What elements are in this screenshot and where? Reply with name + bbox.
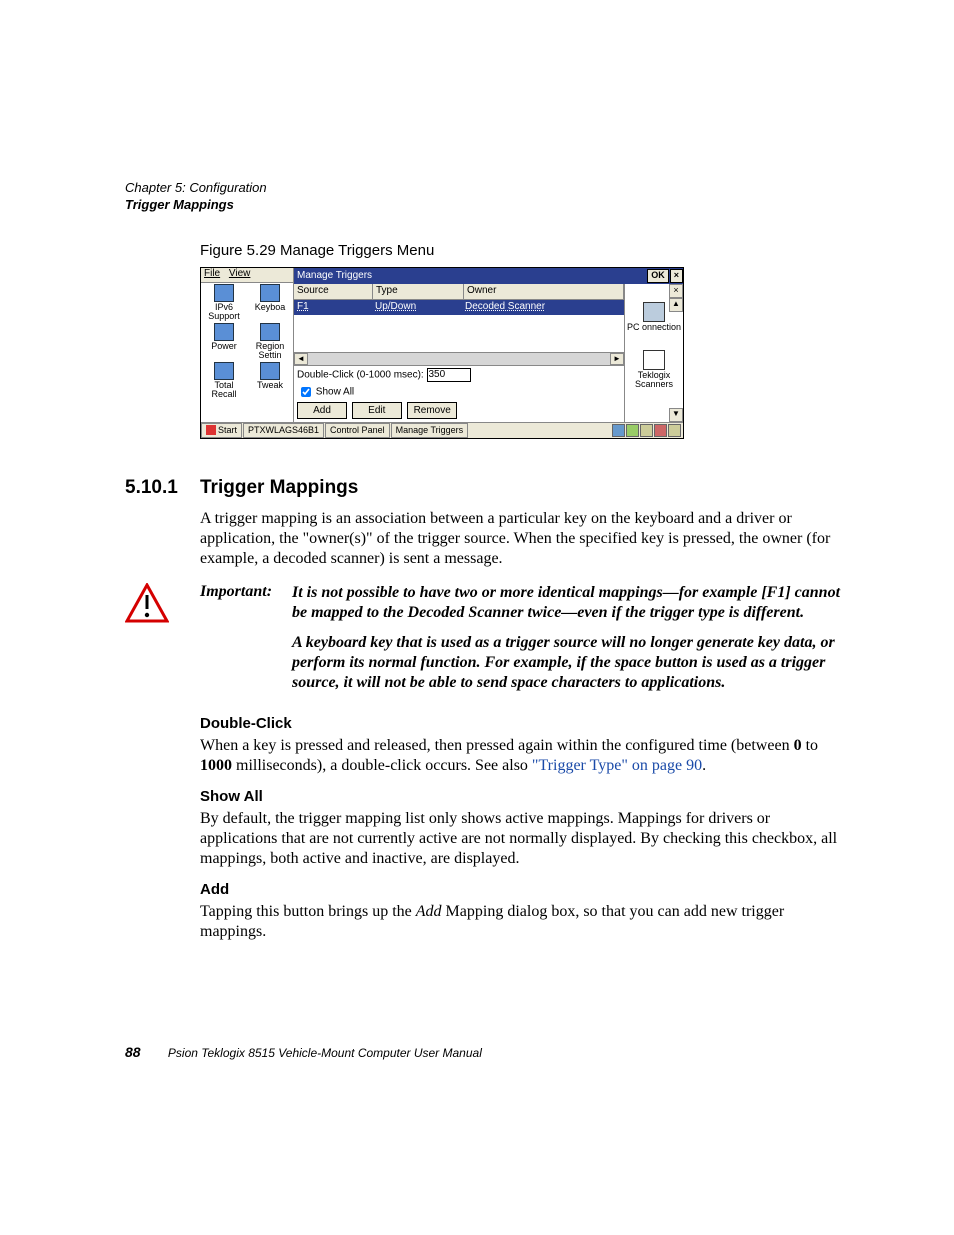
double-click-label: Double-Click (0-1000 msec): xyxy=(297,369,424,380)
window-titlebar: Manage Triggers OK × xyxy=(294,268,683,284)
page-number: 88 xyxy=(125,1044,141,1060)
icon-teklogix-scanners[interactable]: Teklogix Scanners xyxy=(625,350,683,389)
barcode-icon xyxy=(643,350,665,370)
icon-keyboard[interactable]: Keyboa xyxy=(247,284,293,321)
subhead-double-click: Double-Click xyxy=(200,715,844,732)
right-sidebar: × ▲ PC onnection Teklogix Scanners ▼ xyxy=(624,284,683,422)
window-title: Manage Triggers xyxy=(297,270,372,281)
show-all-paragraph: By default, the trigger mapping list onl… xyxy=(200,809,844,869)
figure-caption: Figure 5.29 Manage Triggers Menu xyxy=(200,242,844,259)
subhead-show-all: Show All xyxy=(200,788,844,805)
show-all-label: Show All xyxy=(316,386,354,397)
edit-button[interactable]: Edit xyxy=(352,402,402,419)
manual-title: Psion Teklogix 8515 Vehicle-Mount Comput… xyxy=(168,1046,482,1060)
start-button[interactable]: Start xyxy=(201,423,242,438)
intro-paragraph: A trigger mapping is an association betw… xyxy=(200,509,844,569)
add-button[interactable]: Add xyxy=(297,402,347,419)
taskbar-item-1[interactable]: PTXWLAGS46B1 xyxy=(243,423,324,438)
col-type[interactable]: Type xyxy=(373,284,464,299)
control-panel-backdrop: File View IPv6 Support Keyboa Power Regi… xyxy=(201,268,294,422)
grid-empty-area: ◄ ► xyxy=(294,315,624,366)
pc-icon xyxy=(643,302,665,322)
icon-tweak[interactable]: Tweak xyxy=(247,362,293,399)
link-trigger-type[interactable]: "Trigger Type" on page 90 xyxy=(532,757,702,774)
grid-header: Source Type Owner xyxy=(294,284,624,300)
ipv6-icon xyxy=(214,284,234,302)
important-label: Important: xyxy=(200,583,292,703)
icon-total-recall[interactable]: Total Recall xyxy=(201,362,247,399)
icon-region[interactable]: Region Settin xyxy=(247,323,293,360)
section-number: 5.10.1 xyxy=(125,477,200,499)
cell-type: Up/Down xyxy=(372,300,462,315)
screenshot-manage-triggers: File View IPv6 Support Keyboa Power Regi… xyxy=(200,267,684,439)
section-label: Trigger Mappings xyxy=(125,197,844,214)
col-owner[interactable]: Owner xyxy=(464,284,624,299)
add-paragraph: Tapping this button brings up the Add Ma… xyxy=(200,902,844,942)
close-button[interactable]: × xyxy=(670,269,683,283)
section-title: Trigger Mappings xyxy=(200,477,358,499)
ok-button[interactable]: OK xyxy=(647,269,669,283)
remove-button[interactable]: Remove xyxy=(407,402,457,419)
sidebar-close-icon[interactable]: × xyxy=(669,284,683,298)
tweak-icon xyxy=(260,362,280,380)
manage-triggers-window: Manage Triggers OK × Source Type Owner F… xyxy=(294,268,683,422)
system-tray xyxy=(612,424,683,437)
taskbar-item-3[interactable]: Manage Triggers xyxy=(391,423,469,438)
warning-icon xyxy=(125,583,183,703)
important-text-2: A keyboard key that is used as a trigger… xyxy=(292,633,844,693)
globe-icon xyxy=(260,323,280,341)
double-click-paragraph: When a key is pressed and released, then… xyxy=(200,736,844,776)
cell-owner: Decoded Scanner xyxy=(462,300,624,315)
tray-icon[interactable] xyxy=(626,424,639,437)
subhead-add: Add xyxy=(200,881,844,898)
tray-icon[interactable] xyxy=(654,424,667,437)
icon-ipv6[interactable]: IPv6 Support xyxy=(201,284,247,321)
keyboard-icon xyxy=(260,284,280,302)
double-click-input[interactable] xyxy=(427,368,471,382)
total-recall-icon xyxy=(214,362,234,380)
power-icon xyxy=(214,323,234,341)
important-text-1: It is not possible to have two or more i… xyxy=(292,583,844,623)
running-header: Chapter 5: Configuration Trigger Mapping… xyxy=(125,180,844,214)
chapter-label: Chapter 5: Configuration xyxy=(125,180,844,197)
menu-file[interactable]: File xyxy=(204,268,220,279)
taskbar: Start PTXWLAGS46B1 Control Panel Manage … xyxy=(201,422,683,438)
show-all-checkbox[interactable] xyxy=(301,387,311,397)
grid-row-selected[interactable]: F1 Up/Down Decoded Scanner xyxy=(294,300,624,315)
tray-icon[interactable] xyxy=(668,424,681,437)
col-source[interactable]: Source xyxy=(294,284,373,299)
scroll-left-icon[interactable]: ◄ xyxy=(294,353,308,365)
icon-power[interactable]: Power xyxy=(201,323,247,360)
scroll-down-icon[interactable]: ▼ xyxy=(669,408,683,422)
menu-view[interactable]: View xyxy=(229,268,251,279)
scroll-up-icon[interactable]: ▲ xyxy=(669,298,683,312)
tray-icon[interactable] xyxy=(612,424,625,437)
cell-source: F1 xyxy=(294,300,372,315)
tray-icon[interactable] xyxy=(640,424,653,437)
page-footer: 88 Psion Teklogix 8515 Vehicle-Mount Com… xyxy=(125,1044,482,1060)
menubar: File View xyxy=(201,268,293,283)
taskbar-item-2[interactable]: Control Panel xyxy=(325,423,390,438)
horizontal-scrollbar[interactable]: ◄ ► xyxy=(294,352,624,365)
scroll-right-icon[interactable]: ► xyxy=(610,353,624,365)
important-note: Important: It is not possible to have tw… xyxy=(125,583,844,703)
